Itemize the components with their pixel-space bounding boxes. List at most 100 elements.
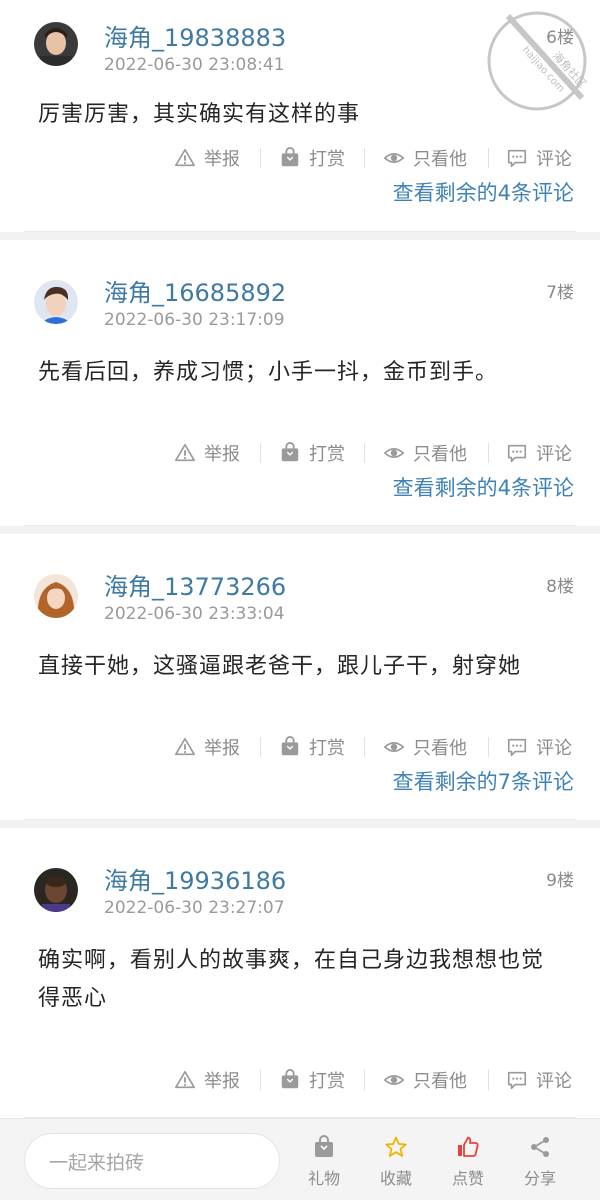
action-bar: 举报 打赏 只看他 评论 (0, 732, 576, 762)
divider (364, 443, 365, 463)
gift-button[interactable]: 礼物 (294, 1131, 354, 1189)
gift-bag-icon (315, 1135, 333, 1157)
view-more-comments-link[interactable]: 查看剩余的4条评论 (393, 179, 574, 207)
comment-post: 海角_19936186 2022-06-30 23:27:07 9楼 确实啊，看… (0, 828, 600, 1118)
report-button[interactable]: 举报 (174, 438, 240, 468)
bag-icon (281, 1069, 299, 1089)
divider (260, 443, 261, 463)
comment-label: 评论 (536, 444, 572, 465)
divider (260, 148, 261, 168)
only-him-label: 只看他 (413, 1071, 467, 1092)
avatar-image (34, 280, 78, 324)
floor-number: 7楼 (546, 283, 574, 303)
report-label: 举报 (204, 738, 240, 759)
report-label: 举报 (204, 444, 240, 465)
favorite-button[interactable]: 收藏 (366, 1131, 426, 1189)
divider (488, 148, 489, 168)
timestamp: 2022-06-30 23:08:41 (104, 55, 285, 75)
divider (364, 1070, 365, 1090)
divider (364, 148, 365, 168)
divider (488, 443, 489, 463)
divider (488, 737, 489, 757)
avatar[interactable] (34, 868, 78, 912)
comment-bubble-icon (507, 149, 527, 168)
tip-label: 打赏 (309, 738, 345, 759)
comment-post: 海角_16685892 2022-06-30 23:17:09 7楼 先看后回，… (0, 240, 600, 526)
only-him-button[interactable]: 只看他 (383, 1065, 467, 1095)
report-label: 举报 (204, 149, 240, 170)
view-more-comments-link[interactable]: 查看剩余的7条评论 (393, 768, 574, 796)
username[interactable]: 海角_16685892 (104, 278, 286, 308)
bag-icon (281, 442, 299, 462)
comment-button[interactable]: 评论 (506, 438, 572, 468)
report-button[interactable]: 举报 (174, 1065, 240, 1095)
tip-button[interactable]: 打赏 (279, 1065, 345, 1095)
comment-text: 确实啊，看别人的故事爽，在自己身边我想想也觉得恶心 (38, 948, 545, 1011)
comment-button[interactable]: 评论 (506, 1065, 572, 1095)
tip-label: 打赏 (309, 444, 345, 465)
username[interactable]: 海角_13773266 (104, 572, 286, 602)
floor-number: 9楼 (546, 871, 574, 891)
bag-icon (281, 736, 299, 756)
eye-icon (383, 1075, 405, 1085)
avatar[interactable] (34, 574, 78, 618)
timestamp: 2022-06-30 23:17:09 (104, 310, 285, 330)
action-bar: 举报 打赏 只看他 评论 (0, 143, 576, 173)
comment-post: 海角_13773266 2022-06-30 23:33:04 8楼 直接干她，… (0, 534, 600, 820)
share-icon (531, 1137, 549, 1157)
only-him-button[interactable]: 只看他 (383, 143, 467, 173)
floor-number: 8楼 (546, 577, 574, 597)
timestamp: 2022-06-30 23:27:07 (104, 898, 285, 918)
eye-icon (383, 153, 405, 163)
eye-icon (383, 448, 405, 458)
comment-input[interactable]: 一起来拍砖 (24, 1133, 280, 1189)
timestamp: 2022-06-30 23:33:04 (104, 604, 285, 624)
tip-button[interactable]: 打赏 (279, 438, 345, 468)
share-label: 分享 (523, 1169, 556, 1188)
favorite-label: 收藏 (379, 1169, 412, 1188)
comment-label: 评论 (536, 738, 572, 759)
like-button[interactable]: 点赞 (438, 1131, 498, 1189)
only-him-button[interactable]: 只看他 (383, 732, 467, 762)
report-button[interactable]: 举报 (174, 143, 240, 173)
like-label: 点赞 (451, 1169, 484, 1188)
warning-triangle-icon (175, 148, 195, 167)
tip-button[interactable]: 打赏 (279, 143, 345, 173)
avatar[interactable] (34, 22, 78, 66)
bottom-action-bar: 一起来拍砖 礼物 收藏 点赞 分享 (0, 1118, 600, 1200)
warning-triangle-icon (175, 1070, 195, 1089)
tip-label: 打赏 (309, 1071, 345, 1092)
warning-triangle-icon (175, 443, 195, 462)
gift-label: 礼物 (307, 1169, 340, 1188)
comment-bubble-icon (507, 738, 527, 757)
eye-icon (383, 742, 405, 752)
username[interactable]: 海角_19838883 (104, 23, 286, 53)
divider (24, 819, 576, 820)
thumbs-up-icon (458, 1136, 479, 1157)
comment-button[interactable]: 评论 (506, 732, 572, 762)
warning-triangle-icon (175, 737, 195, 756)
comment-feed: 海角_19838883 2022-06-30 23:08:41 6楼 厉害厉害，… (0, 0, 600, 1118)
divider (260, 1070, 261, 1090)
star-icon (385, 1136, 407, 1157)
report-label: 举报 (204, 1071, 240, 1092)
haijiao-watermark-logo: 海角社区 haijiao.com (487, 11, 590, 111)
action-bar: 举报 打赏 只看他 评论 (0, 438, 576, 468)
divider (364, 737, 365, 757)
username[interactable]: 海角_19936186 (104, 866, 286, 896)
avatar-image (34, 868, 78, 912)
tip-label: 打赏 (309, 149, 345, 170)
avatar[interactable] (34, 280, 78, 324)
report-button[interactable]: 举报 (174, 732, 240, 762)
divider (24, 525, 576, 526)
bag-icon (281, 147, 299, 167)
tip-button[interactable]: 打赏 (279, 732, 345, 762)
comment-label: 评论 (536, 149, 572, 170)
only-him-label: 只看他 (413, 444, 467, 465)
share-button[interactable]: 分享 (510, 1131, 570, 1189)
only-him-label: 只看他 (413, 738, 467, 759)
comment-button[interactable]: 评论 (506, 143, 572, 173)
only-him-button[interactable]: 只看他 (383, 438, 467, 468)
avatar-image (34, 22, 78, 66)
view-more-comments-link[interactable]: 查看剩余的4条评论 (393, 474, 574, 502)
